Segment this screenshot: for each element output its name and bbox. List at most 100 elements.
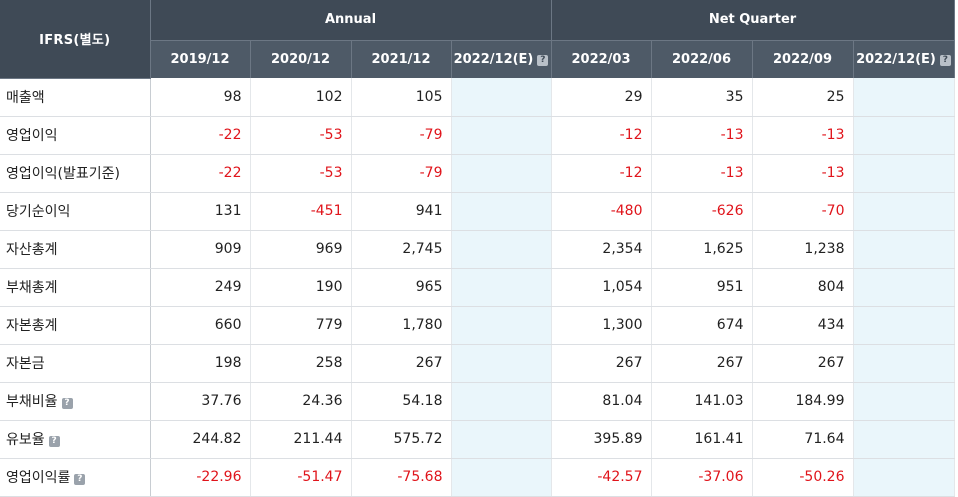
- row-label: 당기순이익: [6, 204, 71, 220]
- value-cell: 105: [351, 78, 452, 117]
- value-cell: 660: [150, 306, 251, 345]
- value-cell: 965: [351, 268, 452, 307]
- help-icon[interactable]: ?: [48, 436, 60, 447]
- row-label: 자산총계: [6, 242, 58, 258]
- value-cell: -13: [752, 154, 854, 193]
- value-cell: -37.06: [651, 458, 753, 497]
- table-row: 자본총계 660 779 1,780 1,300 674 434: [0, 306, 955, 345]
- value-cell: 25: [752, 78, 854, 117]
- value-cell: [853, 458, 955, 497]
- value-cell: 267: [551, 344, 652, 383]
- value-cell: 2,354: [551, 230, 652, 269]
- value-cell: -51.47: [250, 458, 352, 497]
- value-cell: [853, 116, 955, 155]
- value-cell: 141.03: [651, 382, 753, 421]
- value-cell: 267: [351, 344, 452, 383]
- period-label: 2020/12: [270, 51, 331, 67]
- value-cell: -13: [651, 154, 753, 193]
- table-row: 자본금 198 258 267 267 267 267: [0, 344, 955, 383]
- value-cell: -79: [351, 154, 452, 193]
- value-cell: [451, 192, 552, 231]
- value-cell: 190: [250, 268, 352, 307]
- value-cell: 575.72: [351, 420, 452, 459]
- value-cell: [451, 154, 552, 193]
- net-quarter-group-header: Net Quarter: [551, 0, 955, 41]
- table-row: 매출액 98 102 105 29 35 25: [0, 78, 955, 117]
- value-cell: 1,238: [752, 230, 854, 269]
- value-cell: [451, 382, 552, 421]
- value-cell: 54.18: [351, 382, 452, 421]
- row-label: 부채비율: [6, 394, 58, 410]
- table-row: 유보율? 244.82 211.44 575.72 395.89 161.41 71.64: [0, 420, 955, 459]
- table-corner-header: IFRS(별도): [0, 0, 151, 79]
- value-cell: 244.82: [150, 420, 251, 459]
- value-cell: 1,780: [351, 306, 452, 345]
- value-cell: -53: [250, 116, 352, 155]
- value-cell: [853, 344, 955, 383]
- period-label: 2021/12: [371, 51, 431, 67]
- help-icon[interactable]: ?: [61, 398, 73, 409]
- row-label-cell: 자본총계: [0, 306, 151, 345]
- row-label: 매출액: [6, 90, 45, 106]
- value-cell: 35: [651, 78, 753, 117]
- row-label-cell: 당기순이익: [0, 192, 151, 231]
- row-label: 영업이익률: [6, 470, 71, 486]
- value-cell: [853, 192, 955, 231]
- value-cell: 258: [250, 344, 352, 383]
- value-cell: -13: [752, 116, 854, 155]
- row-label-cell: 유보율?: [0, 420, 151, 459]
- value-cell: 2,745: [351, 230, 452, 269]
- value-cell: [853, 78, 955, 117]
- row-label: 부채총계: [6, 280, 58, 296]
- table-row: 영업이익(발표기준) -22 -53 -79 -12 -13 -13: [0, 154, 955, 193]
- value-cell: -22: [150, 154, 251, 193]
- value-cell: [853, 230, 955, 269]
- value-cell: 161.41: [651, 420, 753, 459]
- value-cell: 29: [551, 78, 652, 117]
- help-icon[interactable]: ?: [939, 54, 951, 66]
- value-cell: [853, 268, 955, 307]
- value-cell: -42.57: [551, 458, 652, 497]
- table-row: 부채비율? 37.76 24.36 54.18 81.04 141.03 184.99: [0, 382, 955, 421]
- value-cell: 37.76: [150, 382, 251, 421]
- value-cell: 24.36: [250, 382, 352, 421]
- value-cell: [451, 116, 552, 155]
- value-cell: -79: [351, 116, 452, 155]
- value-cell: -12: [551, 154, 652, 193]
- period-header-6: 2022/09: [752, 40, 854, 78]
- value-cell: 969: [250, 230, 352, 269]
- value-cell: 674: [651, 306, 753, 345]
- value-cell: 1,625: [651, 230, 753, 269]
- period-header-5: 2022/06: [651, 40, 753, 78]
- row-label: 자본총계: [6, 318, 58, 334]
- value-cell: -70: [752, 192, 854, 231]
- value-cell: -75.68: [351, 458, 452, 497]
- value-cell: 184.99: [752, 382, 854, 421]
- row-label: 영업이익: [6, 128, 58, 144]
- table-row: 자산총계 909 969 2,745 2,354 1,625 1,238: [0, 230, 955, 269]
- value-cell: 395.89: [551, 420, 652, 459]
- row-label: 유보율: [6, 432, 45, 448]
- value-cell: 267: [752, 344, 854, 383]
- value-cell: 211.44: [250, 420, 352, 459]
- value-cell: [451, 268, 552, 307]
- value-cell: -22: [150, 116, 251, 155]
- financial-summary-table: IFRS(별도) Annual Net Quarter 2019/12 2020/…: [0, 0, 955, 497]
- help-icon[interactable]: ?: [74, 474, 86, 485]
- value-cell: -22.96: [150, 458, 251, 497]
- period-label: 2022/12(E): [453, 51, 534, 67]
- value-cell: [853, 154, 955, 193]
- table-row: 영업이익률? -22.96 -51.47 -75.68 -42.57 -37.06 -50.…: [0, 458, 955, 497]
- row-label-cell: 영업이익률?: [0, 458, 151, 497]
- period-label: 2019/12: [170, 51, 230, 67]
- row-label-cell: 부채총계: [0, 268, 151, 307]
- value-cell: 249: [150, 268, 251, 307]
- table-row: 영업이익 -22 -53 -79 -12 -13 -13: [0, 116, 955, 155]
- value-cell: 198: [150, 344, 251, 383]
- row-label-cell: 매출액: [0, 78, 151, 117]
- value-cell: -480: [551, 192, 652, 231]
- help-icon[interactable]: ?: [537, 54, 549, 66]
- value-cell: [853, 382, 955, 421]
- row-label-cell: 부채비율?: [0, 382, 151, 421]
- row-label-cell: 자본금: [0, 344, 151, 383]
